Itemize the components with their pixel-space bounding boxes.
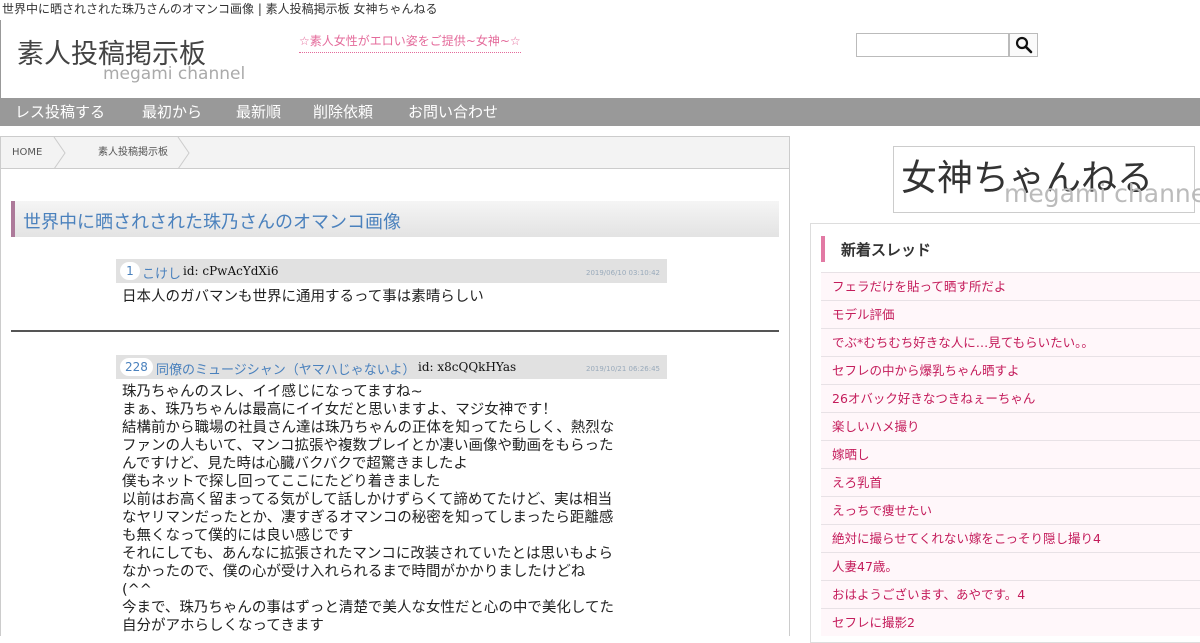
post-line: 以前はお高く留まってる気がして話しかけずらくて諦めてたけど、実は相当 xyxy=(122,492,613,508)
main-content: HOME 素人投稿掲示板 世界中に晒されされた珠乃さんのオマンコ画像 1 こけし… xyxy=(0,136,790,636)
breadcrumb-board[interactable]: 素人投稿掲示板 xyxy=(98,137,168,169)
thread-link[interactable]: セフレに撮影2 xyxy=(821,608,1200,636)
post-date: 2019/10/21 06:26:45 xyxy=(585,365,660,373)
post-header: 1 こけし id: cPwAcYdXi6 2019/06/10 03:10:42 xyxy=(116,259,667,283)
post-line: 自分がアホらしくなってきます xyxy=(122,618,324,634)
site-logo-subtitle: megami channel xyxy=(103,64,246,84)
nav-from-start[interactable]: 最初から xyxy=(142,98,202,126)
sidebar-logo-subtitle: megami channel xyxy=(1004,179,1200,208)
thread-title-box: 世界中に晒されされた珠乃さんのオマンコ画像 xyxy=(11,201,779,237)
thread-link[interactable]: 26オバック好きなつきねぇーちゃん xyxy=(821,384,1200,412)
nav-newest[interactable]: 最新順 xyxy=(236,98,281,126)
post-line: 今まで、珠乃ちゃんの事はずっと清楚で美人な女性だと心の中で美化してた xyxy=(122,600,614,616)
post-line: (^^ xyxy=(122,582,152,598)
thread-link[interactable]: でぶ*むちむち好きな人に…見てもらいたい。。 xyxy=(821,328,1200,356)
post-author[interactable]: 同僚のミュージシャン（ヤマハじゃないよ） xyxy=(156,359,415,378)
post-id: id: x8cQQkHYas xyxy=(418,360,517,374)
post-line: まぁ、珠乃ちゃんは最高にイイ女だと思いますよ、マジ女神です！ xyxy=(122,402,557,418)
thread-title: 世界中に晒されされた珠乃さんのオマンコ画像 xyxy=(23,212,401,233)
post-body: 日本人のガバマンも世界に通用するって事は素晴らしい xyxy=(122,288,484,306)
post-line: それにしても、あんなに拡張されたマンコに改装されていたとは思いもよら xyxy=(122,546,613,562)
site-tagline: ☆素人女性がエロい姿をご提供~女神~☆ xyxy=(299,32,521,53)
thread-link[interactable]: フェラだけを貼って晒す所だよ xyxy=(821,272,1200,300)
sidebar-logo[interactable]: 女神ちゃんねる megami channel xyxy=(893,146,1200,213)
thread-link[interactable]: モデル評価 xyxy=(821,300,1200,328)
breadcrumb-separator-icon xyxy=(177,137,190,169)
main-nav: レス投稿する 最初から 最新順 削除依頼 お問い合わせ xyxy=(0,98,1200,126)
thread-link[interactable]: 絶対に撮らせてくれない嫁をこっそり隠し撮り4 xyxy=(821,524,1200,552)
post-line: ファンの人もいて、マンコ拡張や複数プレイとか凄い画像や動画をもらった xyxy=(122,438,614,454)
post-line: なかったので、僕の心が受け入れられるまで時間がかかりましたけどね xyxy=(122,564,586,580)
post-line: 僕もネットで探し回ってここにたどり着きました xyxy=(122,474,441,490)
site-header: 素人投稿掲示板 megami channel ☆素人女性がエロい姿をご提供~女神… xyxy=(0,20,1200,98)
thread-link[interactable]: セフレの中から爆乳ちゃん晒すよ xyxy=(821,356,1200,384)
thread-link[interactable]: えろ乳首 xyxy=(821,468,1200,496)
post-body: 珠乃ちゃんのスレ、イイ感じになってますね~ まぁ、珠乃ちゃんは最高にイイ女だと思… xyxy=(122,383,614,635)
search-button[interactable] xyxy=(1009,33,1038,57)
nav-post-reply[interactable]: レス投稿する xyxy=(15,98,105,126)
breadcrumb: HOME 素人投稿掲示板 xyxy=(1,137,789,169)
post-line: んですけど、見た時は心臓バクバクで超驚きましたよ xyxy=(122,456,468,472)
post-date: 2019/06/10 03:10:42 xyxy=(585,269,660,277)
thread-link[interactable]: 人妻47歳。 xyxy=(821,552,1200,580)
breadcrumb-home[interactable]: HOME xyxy=(12,137,42,169)
post-author[interactable]: こけし xyxy=(142,263,181,282)
post-line: も無くなって僕的には良い感じです xyxy=(122,528,354,544)
search-input[interactable] xyxy=(856,33,1009,57)
thread-link[interactable]: おはようございます、あやです。4 xyxy=(821,580,1200,608)
post-id: id: cPwAcYdXi6 xyxy=(183,264,279,278)
post-divider xyxy=(11,330,779,332)
search-icon xyxy=(1015,36,1032,54)
nav-delete-request[interactable]: 削除依頼 xyxy=(313,98,373,126)
sidebar-heading: 新着スレッド xyxy=(821,236,1200,262)
sidebar-heading-text: 新着スレッド xyxy=(841,241,932,259)
post-line: 結構前から職場の社員さん達は珠乃ちゃんの正体を知ってたらしく、熱烈な xyxy=(122,420,615,436)
page-title: 世界中に晒されされた珠乃さんのオマンコ画像 | 素人投稿掲示板 女神ちゃんねる xyxy=(2,2,438,16)
thread-link[interactable]: 楽しいハメ撮り xyxy=(821,412,1200,440)
post-header: 228 同僚のミュージシャン（ヤマハじゃないよ） id: x8cQQkHYas … xyxy=(116,355,667,379)
thread-link[interactable]: えっちで痩せたい xyxy=(821,496,1200,524)
post-number[interactable]: 1 xyxy=(120,262,140,280)
sidebar-new-threads: 新着スレッド フェラだけを貼って晒す所だよ モデル評価 でぶ*むちむち好きな人に… xyxy=(810,223,1200,643)
thread-list: フェラだけを貼って晒す所だよ モデル評価 でぶ*むちむち好きな人に…見てもらいた… xyxy=(821,272,1200,636)
post-line: 日本人のガバマンも世界に通用するって事は素晴らしい xyxy=(122,289,484,305)
breadcrumb-separator-icon xyxy=(53,137,66,169)
post-number[interactable]: 228 xyxy=(120,358,153,376)
post-line: 珠乃ちゃんのスレ、イイ感じになってますね~ xyxy=(122,384,423,400)
post-line: なヤリマンだったとか、凄すぎるオマンコの秘密を知ってしまったら距離感 xyxy=(122,510,614,526)
nav-contact[interactable]: お問い合わせ xyxy=(408,98,498,126)
thread-link[interactable]: 嫁晒し xyxy=(821,440,1200,468)
